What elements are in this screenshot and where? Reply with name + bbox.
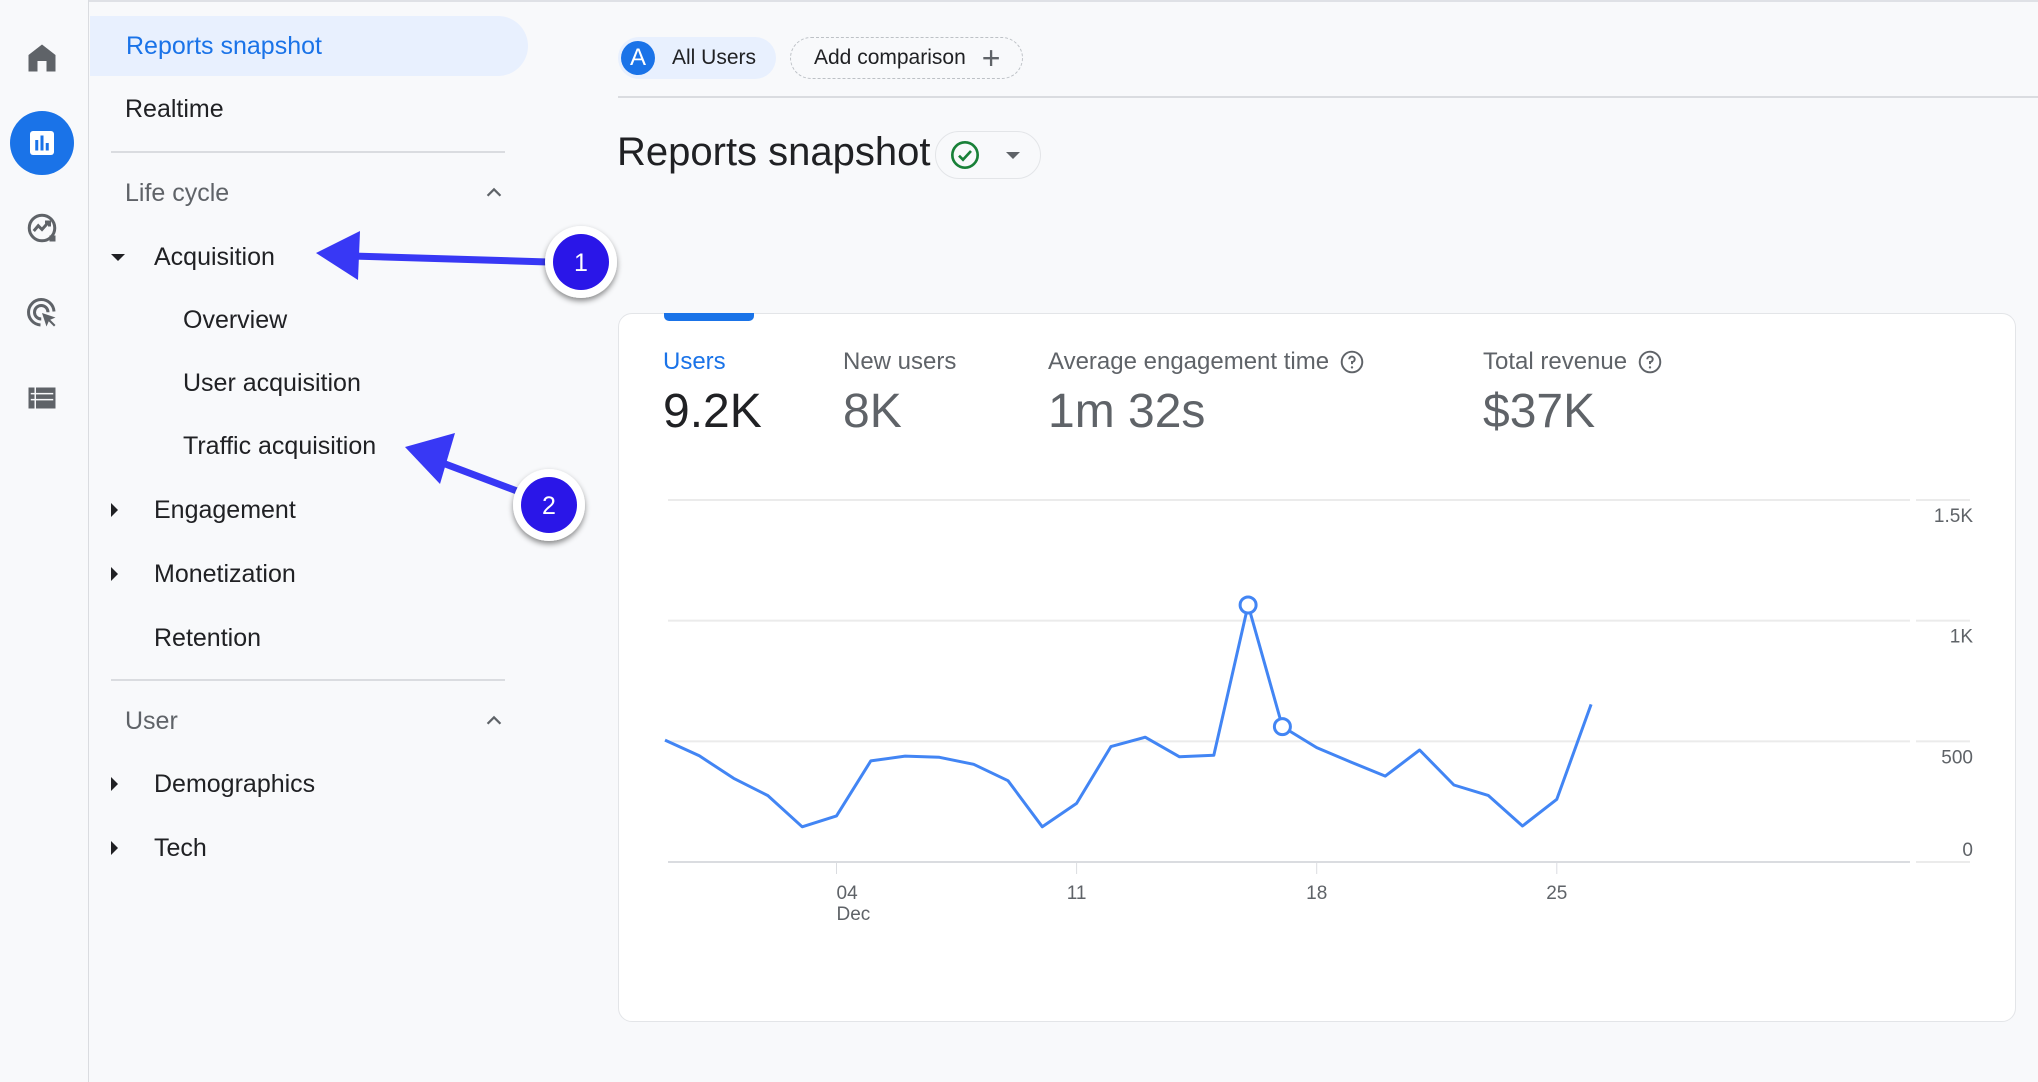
- dropdown-arrow-icon: [1006, 151, 1020, 159]
- help-icon[interactable]: [1637, 349, 1663, 375]
- list-icon: [28, 387, 56, 409]
- nav-overview-label: Overview: [183, 305, 288, 334]
- add-comparison-button[interactable]: Add comparison +: [790, 37, 1023, 79]
- report-status-dropdown[interactable]: [935, 131, 1041, 179]
- nav-tech[interactable]: Tech: [89, 818, 509, 878]
- metric-label: Total revenue: [1483, 348, 1663, 376]
- nav-traffic-acquisition[interactable]: Traffic acquisition: [183, 416, 376, 476]
- bar-chart-icon: [30, 131, 54, 155]
- active-metric-indicator: [664, 313, 754, 321]
- nav-traffic-acquisition-label: Traffic acquisition: [183, 431, 377, 460]
- metric-value: 1m 32s: [1048, 385, 1206, 438]
- ads-target-icon: [27, 298, 56, 327]
- metric-tab-users[interactable]: Users 9.2K: [663, 348, 762, 439]
- chevron-up-icon: [486, 715, 502, 725]
- metric-tab-avg-engagement-time[interactable]: Average engagement time 1m 32s: [1048, 348, 1365, 439]
- segment-label: All Users: [672, 46, 757, 69]
- metric-value: $37K: [1483, 385, 1596, 438]
- section-lifecycle-title: Life cycle: [125, 178, 230, 207]
- nav-demographics[interactable]: Demographics: [89, 754, 509, 814]
- metric-tab-total-revenue[interactable]: Total revenue $37K: [1483, 348, 1663, 439]
- check-circle-icon: [951, 141, 979, 169]
- metric-label: Users: [663, 348, 726, 375]
- metric-value: 9.2K: [663, 385, 762, 438]
- plus-icon: +: [981, 40, 1001, 76]
- left-rail: [0, 0, 89, 1082]
- metric-label: New users: [843, 348, 957, 375]
- caret-right-icon: [111, 777, 118, 791]
- header-divider: [618, 96, 2038, 98]
- section-user-title: User: [125, 706, 178, 735]
- svg-text:1: 1: [574, 249, 588, 277]
- add-comparison-label: Add comparison: [814, 46, 966, 69]
- nav-retention[interactable]: Retention: [154, 608, 261, 668]
- segment-chip-all-users[interactable]: A All Users: [618, 37, 776, 79]
- nav-acquisition[interactable]: Acquisition: [89, 227, 509, 287]
- nav-reports-snapshot-label: Reports snapshot: [126, 31, 322, 60]
- nav-realtime-label: Realtime: [125, 94, 224, 123]
- nav-user-acquisition[interactable]: User acquisition: [183, 353, 361, 413]
- nav-engagement[interactable]: Engagement: [89, 480, 509, 540]
- nav-realtime[interactable]: Realtime: [125, 79, 224, 139]
- overview-card: Users 9.2K New users 8K Average engageme…: [618, 313, 2016, 1022]
- nav-tech-label: Tech: [154, 833, 207, 862]
- metric-label: Average engagement time: [1048, 348, 1365, 376]
- nav-engagement-label: Engagement: [154, 495, 296, 524]
- nav-overview[interactable]: Overview: [183, 290, 287, 350]
- caret-down-icon: [111, 254, 125, 261]
- rail-advertising-button[interactable]: [10, 281, 74, 345]
- explore-icon: [27, 213, 57, 243]
- report-navigation: Reports snapshot Realtime Life cycle Acq…: [89, 0, 549, 1082]
- nav-monetization[interactable]: Monetization: [89, 544, 509, 604]
- nav-demographics-label: Demographics: [154, 769, 316, 798]
- chevron-up-icon: [486, 187, 502, 197]
- page-title: Reports snapshot: [617, 130, 931, 174]
- segment-avatar: A: [621, 41, 655, 75]
- rail-configure-button[interactable]: [10, 366, 74, 430]
- rail-home-button[interactable]: [10, 26, 74, 90]
- nav-monetization-label: Monetization: [154, 559, 296, 588]
- metric-value: 8K: [843, 385, 902, 438]
- caret-right-icon: [111, 841, 118, 855]
- divider: [111, 151, 505, 153]
- divider: [111, 679, 505, 681]
- section-lifecycle-header[interactable]: Life cycle: [125, 168, 505, 218]
- nav-reports-snapshot[interactable]: Reports snapshot: [90, 16, 528, 76]
- caret-right-icon: [111, 503, 118, 517]
- home-icon: [28, 44, 56, 72]
- annotation-badge-1: 1: [545, 226, 617, 298]
- nav-acquisition-label: Acquisition: [154, 242, 275, 271]
- help-icon[interactable]: [1339, 349, 1365, 375]
- nav-user-acquisition-label: User acquisition: [183, 368, 361, 397]
- section-user-header[interactable]: User: [125, 696, 505, 746]
- caret-right-icon: [111, 567, 118, 581]
- rail-reports-button[interactable]: [10, 111, 74, 175]
- metric-tab-new-users[interactable]: New users 8K: [843, 348, 956, 439]
- rail-explore-button[interactable]: [10, 196, 74, 260]
- nav-retention-label: Retention: [154, 623, 262, 652]
